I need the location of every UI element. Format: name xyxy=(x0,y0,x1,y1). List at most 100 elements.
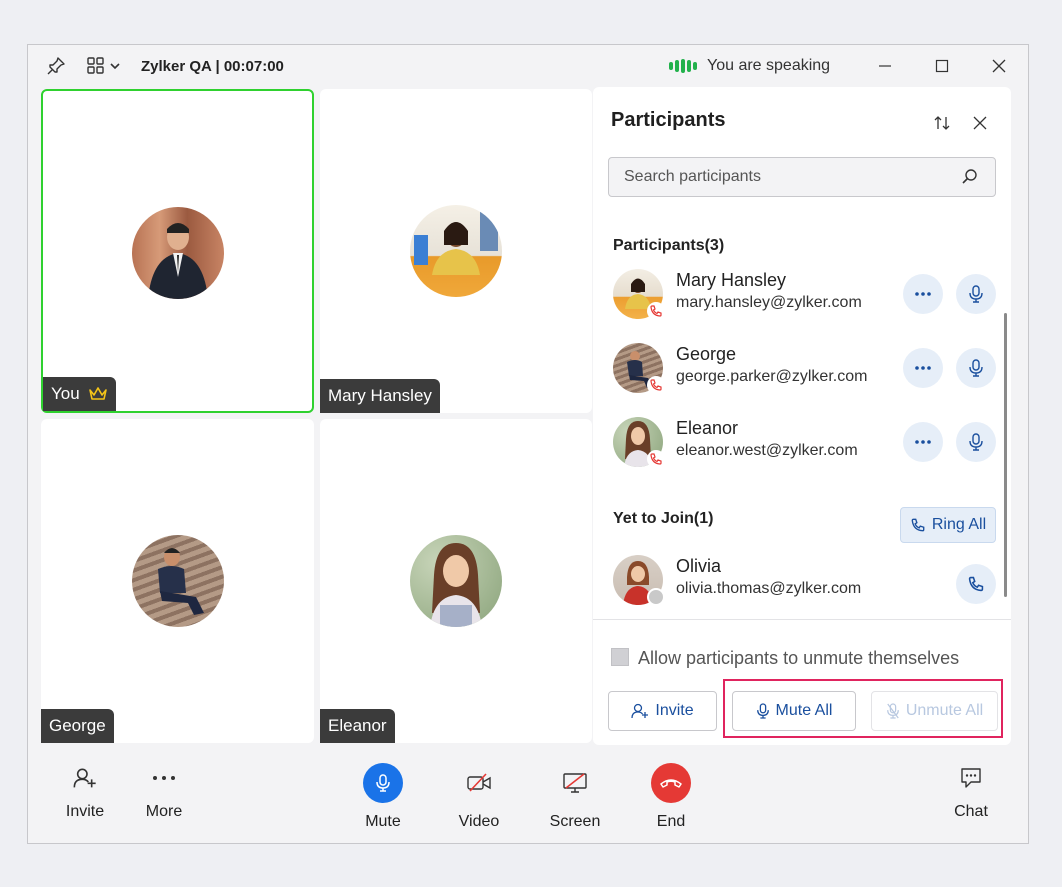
microphone-icon xyxy=(969,433,983,451)
pin-icon[interactable] xyxy=(46,45,66,87)
tile-label: Mary Hansley xyxy=(320,379,440,413)
speaking-indicator: You are speaking xyxy=(669,45,830,87)
video-tile-you[interactable]: You xyxy=(41,89,314,413)
tool-label: More xyxy=(145,803,183,820)
call-status-icon xyxy=(647,450,665,468)
more-options-button[interactable] xyxy=(903,422,943,462)
allow-unmute-checkbox[interactable] xyxy=(611,648,629,666)
chat-icon xyxy=(959,757,983,799)
tile-label: You xyxy=(43,377,116,411)
close-icon xyxy=(992,59,1006,73)
tile-name: Eleanor xyxy=(328,716,387,735)
invitee-row[interactable]: Olivia olivia.thomas@zylker.com xyxy=(593,550,1011,610)
participant-email: mary.hansley@zylker.com xyxy=(676,294,862,311)
call-status-icon xyxy=(647,302,665,320)
audio-level-icon xyxy=(669,59,697,73)
tool-label: Chat xyxy=(954,803,988,820)
microphone-icon xyxy=(969,359,983,377)
microphone-icon xyxy=(969,285,983,303)
participants-panel: Participants Participants(3) Mar xyxy=(593,87,1011,745)
grid-layout-icon xyxy=(87,57,120,74)
allow-unmute-label: Allow participants to unmute themselves xyxy=(638,648,960,668)
tile-name: Mary Hansley xyxy=(328,386,432,405)
more-options-button[interactable] xyxy=(903,348,943,388)
tile-name: George xyxy=(49,716,106,735)
search-icon[interactable] xyxy=(961,168,979,186)
video-tile-mary-hansley[interactable]: Mary Hansley xyxy=(320,89,592,413)
mute-participant-button[interactable] xyxy=(956,274,996,314)
participant-email: george.parker@zylker.com xyxy=(676,368,868,385)
avatar xyxy=(410,535,502,627)
video-tile-george[interactable]: George xyxy=(41,419,314,743)
divider xyxy=(593,619,1011,620)
call-status-icon xyxy=(647,376,665,394)
close-window-button[interactable] xyxy=(976,45,1022,87)
participant-name: Mary Hansley xyxy=(676,270,787,290)
tile-name: You xyxy=(51,384,80,403)
participant-row[interactable]: Mary Hansley mary.hansley@zylker.com xyxy=(593,264,1011,324)
panel-scrollbar[interactable] xyxy=(1004,313,1007,597)
participant-name: Eleanor xyxy=(676,418,739,438)
screen-share-off-icon xyxy=(555,763,595,803)
tool-label: Video xyxy=(458,813,500,830)
tool-label: End xyxy=(656,813,686,830)
meeting-title: Zylker QA | 00:07:00 xyxy=(141,57,284,75)
invite-button[interactable]: Invite xyxy=(608,691,717,731)
invitee-email: olivia.thomas@zylker.com xyxy=(676,580,862,597)
yet-to-join-heading: Yet to Join(1) xyxy=(613,510,714,527)
participant-row[interactable]: George george.parker@zylker.com xyxy=(593,338,1011,398)
invitee-name: Olivia xyxy=(676,556,722,576)
ring-all-label: Ring All xyxy=(931,516,987,533)
more-options-button[interactable] xyxy=(903,274,943,314)
invite-tool[interactable]: Invite xyxy=(45,757,125,821)
more-dots-icon xyxy=(152,757,176,799)
mute-participant-button[interactable] xyxy=(956,348,996,388)
add-user-icon xyxy=(631,703,649,719)
sort-button[interactable] xyxy=(930,111,954,135)
add-user-icon xyxy=(73,757,97,799)
avatar xyxy=(132,207,224,299)
mute-tool[interactable]: Mute xyxy=(343,763,423,831)
maximize-icon xyxy=(935,59,949,73)
end-call-icon xyxy=(651,763,691,803)
title-bar: Zylker QA | 00:07:00 You are speaking xyxy=(28,45,1028,87)
tool-label: Mute xyxy=(365,813,401,830)
close-icon xyxy=(973,116,987,130)
search-box[interactable] xyxy=(608,157,996,197)
ring-all-button[interactable]: Ring All xyxy=(900,507,996,543)
meeting-window: Zylker QA | 00:07:00 You are speaking Yo… xyxy=(27,44,1029,844)
layout-switch-button[interactable] xyxy=(86,45,124,87)
participant-name: George xyxy=(676,344,737,364)
call-invitee-button[interactable] xyxy=(956,564,996,604)
screen-share-tool[interactable]: Screen xyxy=(535,763,615,831)
video-off-icon xyxy=(459,763,499,803)
more-tool[interactable]: More xyxy=(124,757,204,821)
mute-participant-button[interactable] xyxy=(956,422,996,462)
video-tool[interactable]: Video xyxy=(439,763,519,831)
phone-icon xyxy=(911,518,925,532)
tile-label: George xyxy=(41,709,114,743)
participant-row[interactable]: Eleanor eleanor.west@zylker.com xyxy=(593,412,1011,472)
panel-title: Participants xyxy=(611,109,726,131)
tool-label: Invite xyxy=(65,803,105,820)
more-dots-icon xyxy=(915,292,931,296)
invite-label: Invite xyxy=(655,702,694,719)
search-input[interactable] xyxy=(622,167,946,187)
avatar xyxy=(410,205,502,297)
participant-email: eleanor.west@zylker.com xyxy=(676,442,858,459)
crown-icon xyxy=(88,387,107,400)
minimize-icon xyxy=(879,65,891,67)
minimize-button[interactable] xyxy=(862,45,908,87)
video-tile-eleanor[interactable]: Eleanor xyxy=(320,419,592,743)
tool-label: Screen xyxy=(549,813,601,830)
end-call-tool[interactable]: End xyxy=(631,763,711,831)
maximize-button[interactable] xyxy=(919,45,965,87)
chat-tool[interactable]: Chat xyxy=(931,757,1011,821)
microphone-icon xyxy=(363,763,403,803)
participants-heading: Participants(3) xyxy=(613,237,725,254)
phone-icon xyxy=(968,576,984,592)
close-panel-button[interactable] xyxy=(968,111,992,135)
more-dots-icon xyxy=(915,366,931,370)
sort-icon xyxy=(934,116,950,130)
more-dots-icon xyxy=(915,440,931,444)
